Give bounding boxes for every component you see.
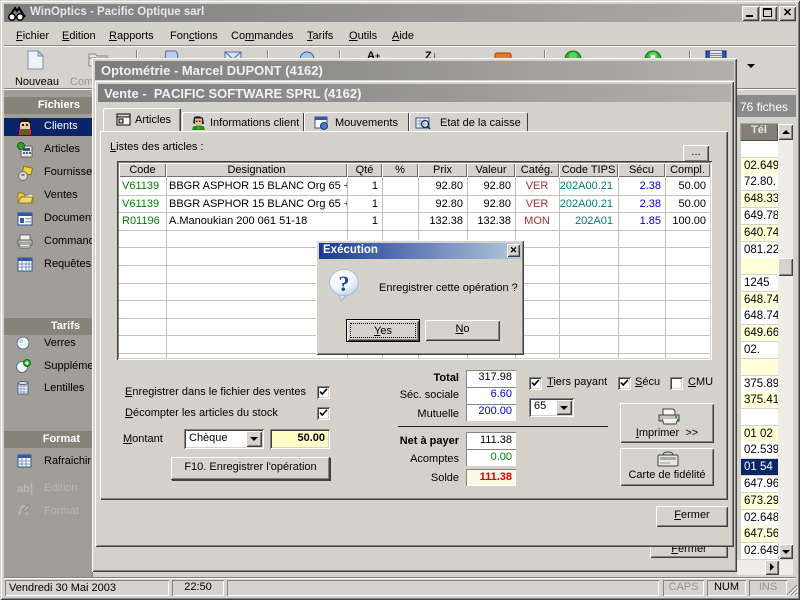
svg-text:?: ? [339,271,350,296]
